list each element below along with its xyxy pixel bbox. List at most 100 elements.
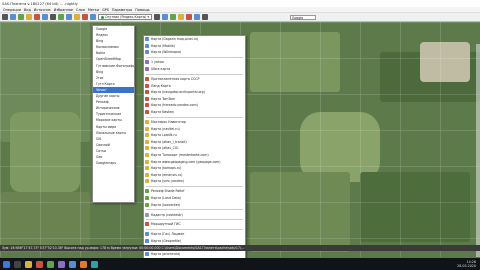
- marks-icon[interactable]: [170, 14, 177, 20]
- menu-view[interactable]: Вид: [24, 8, 31, 12]
- select-tool-icon[interactable]: [26, 14, 32, 20]
- map-item[interactable]: Карта (lowcenter): [144, 201, 245, 208]
- map-item-label: Карта (atlas_i_transit): [151, 139, 187, 144]
- mark-tool-icon[interactable]: [34, 14, 40, 20]
- navigation-icon[interactable]: [194, 14, 201, 20]
- map-item-label: Карта (Mobile): [151, 43, 176, 48]
- map-icon: [145, 212, 149, 217]
- tools-icon[interactable]: [186, 14, 193, 20]
- app-icon[interactable]: [91, 260, 98, 268]
- status-bar: Зум: 16 N56°17'47.73" E37°52'10.38" Высо…: [0, 245, 480, 251]
- satellite-icon: [101, 15, 104, 19]
- map-item[interactable]: Карта (navigator.arcticportal.org): [144, 89, 245, 96]
- map-item[interactable]: Карта Топокарт (mesterkarta.com): [144, 152, 245, 159]
- menu-gps[interactable]: GPS: [102, 8, 109, 12]
- map-item-label: Ланд Карта: [151, 83, 171, 88]
- menu-operations[interactable]: Операции: [3, 8, 21, 12]
- map-item[interactable]: Карта (Wikimapia): [144, 49, 245, 56]
- search-input[interactable]: Google: [290, 14, 316, 20]
- map-icon: [145, 195, 149, 200]
- map-item[interactable]: Карта (Gagarin map-pixel.ru): [144, 36, 245, 43]
- print-icon[interactable]: [50, 14, 56, 20]
- path-tool-icon[interactable]: [42, 14, 48, 20]
- map-icon: [145, 202, 149, 207]
- app-icon[interactable]: [69, 260, 76, 268]
- map-icon: [145, 103, 149, 108]
- settings-icon[interactable]: [202, 14, 209, 20]
- map-item[interactable]: Карта Loadik.ru: [144, 132, 245, 139]
- map-item-label: Карта (navigator.arcticportal.org): [151, 90, 205, 95]
- menu-marks[interactable]: Метки: [88, 8, 99, 12]
- menu-separator: [146, 115, 243, 118]
- map-item-label: Карта (hereadv.yandex.com): [151, 103, 198, 108]
- menu-favorites[interactable]: Избранное: [54, 8, 73, 12]
- map-icon: [145, 50, 149, 55]
- app-window: SAS.Планета v.180227 (64 bit) ... .night…: [0, 0, 480, 270]
- menu-source[interactable]: Источник: [34, 8, 51, 12]
- gps-icon[interactable]: [82, 14, 88, 20]
- move-tool-icon[interactable]: [2, 14, 8, 20]
- map-item-label: Кадастр (rosreestr): [151, 212, 183, 217]
- map-item[interactable]: Протопланетная карта СССР: [144, 76, 245, 83]
- map-icon: [145, 152, 149, 157]
- clock-date: 28.05.2020: [457, 264, 476, 268]
- measure-tool-icon[interactable]: [18, 14, 24, 20]
- map-item[interactable]: Мастерок Навигатор: [144, 119, 245, 126]
- layer-toggle-icon[interactable]: [154, 14, 161, 20]
- clock[interactable]: 14:26 28.05.2020: [457, 260, 480, 268]
- map-source-dropdown[interactable]: Спутник (Яндекс.Карты) ▾: [98, 14, 153, 20]
- map-item[interactable]: Карта (emanvis.ru): [144, 171, 245, 178]
- map-item[interactable]: Карта (atlas_i_transit): [144, 138, 245, 145]
- map-source-label: Спутник (Яндекс.Карты): [105, 15, 147, 19]
- map-item-label: Карта (komaps.ru): [151, 166, 182, 171]
- map-item[interactable]: Карта (komaps.ru): [144, 165, 245, 172]
- map-item[interactable]: Карта (hereadv.yandex.com): [144, 102, 245, 109]
- download-icon[interactable]: [58, 14, 64, 20]
- map-item[interactable]: Карта (Mobile): [144, 43, 245, 50]
- menu-help[interactable]: Помощь: [135, 8, 149, 12]
- map-item-label: Карта TomTom: [151, 96, 175, 101]
- app-icon[interactable]: [58, 260, 65, 268]
- map-icon: [145, 252, 149, 257]
- folder-icon[interactable]: [25, 260, 32, 268]
- vertical-scrollbar[interactable]: [476, 44, 480, 257]
- layers-icon[interactable]: [90, 14, 96, 20]
- map-item[interactable]: Карта (ymc.yandex): [144, 178, 245, 185]
- globe-icon[interactable]: [66, 14, 72, 20]
- sas-planet-icon[interactable]: [47, 260, 54, 268]
- map-item-label: Карта (atlas_CG): [151, 146, 179, 151]
- map-icon: [145, 77, 149, 82]
- map-item[interactable]: Ulbra карта: [144, 66, 245, 73]
- map-item[interactable]: Карта Navteq: [144, 109, 245, 116]
- map-item[interactable]: Карта (Land Data): [144, 195, 245, 202]
- browser-icon[interactable]: [36, 260, 43, 268]
- map-item[interactable]: Рельеф Shade Relief: [144, 188, 245, 195]
- filter-icon[interactable]: [178, 14, 185, 20]
- map-item[interactable]: Карта (ипотечно): [144, 251, 245, 258]
- map-item[interactable]: Карта (atlas_CG): [144, 145, 245, 152]
- app-icon[interactable]: [80, 260, 87, 268]
- map-item[interactable]: 1 yahoo: [144, 59, 245, 66]
- map-item-label: Карта Loadik.ru: [151, 133, 177, 138]
- category-item[interactable]: Гугловские Фотографии: [93, 63, 134, 69]
- map-item[interactable]: Карта (Гис) Лоцман: [144, 231, 245, 238]
- category-item[interactable]: Googlemaps: [93, 160, 134, 166]
- menu-settings[interactable]: Параметры: [112, 8, 132, 12]
- map-item[interactable]: Карта (navitel.ru): [144, 125, 245, 132]
- menu-layers[interactable]: Слои: [76, 8, 85, 12]
- star-icon[interactable]: [74, 14, 80, 20]
- menu-separator: [146, 72, 243, 75]
- map-item[interactable]: Карта TomTom: [144, 96, 245, 103]
- status-text: Зум: 16 N56°17'47.73" E37°52'10.38" Высо…: [2, 246, 245, 250]
- map-item[interactable]: Кадастр (rosreestr): [144, 211, 245, 218]
- zoom-tool-icon[interactable]: [10, 14, 16, 20]
- map-item[interactable]: Карта www.geopaging.com (geopage.com): [144, 158, 245, 165]
- search-icon[interactable]: [14, 260, 21, 268]
- start-icon[interactable]: [3, 260, 10, 268]
- map-icon: [145, 133, 149, 138]
- map-item[interactable]: Маршрутный ГИС: [144, 221, 245, 228]
- map-item[interactable]: Карта (Geoprofile): [144, 238, 245, 245]
- title-bar: SAS.Планета v.180227 (64 bit) ... .night…: [0, 0, 480, 7]
- map-item[interactable]: Ланд Карта: [144, 82, 245, 89]
- grid-icon[interactable]: [162, 14, 169, 20]
